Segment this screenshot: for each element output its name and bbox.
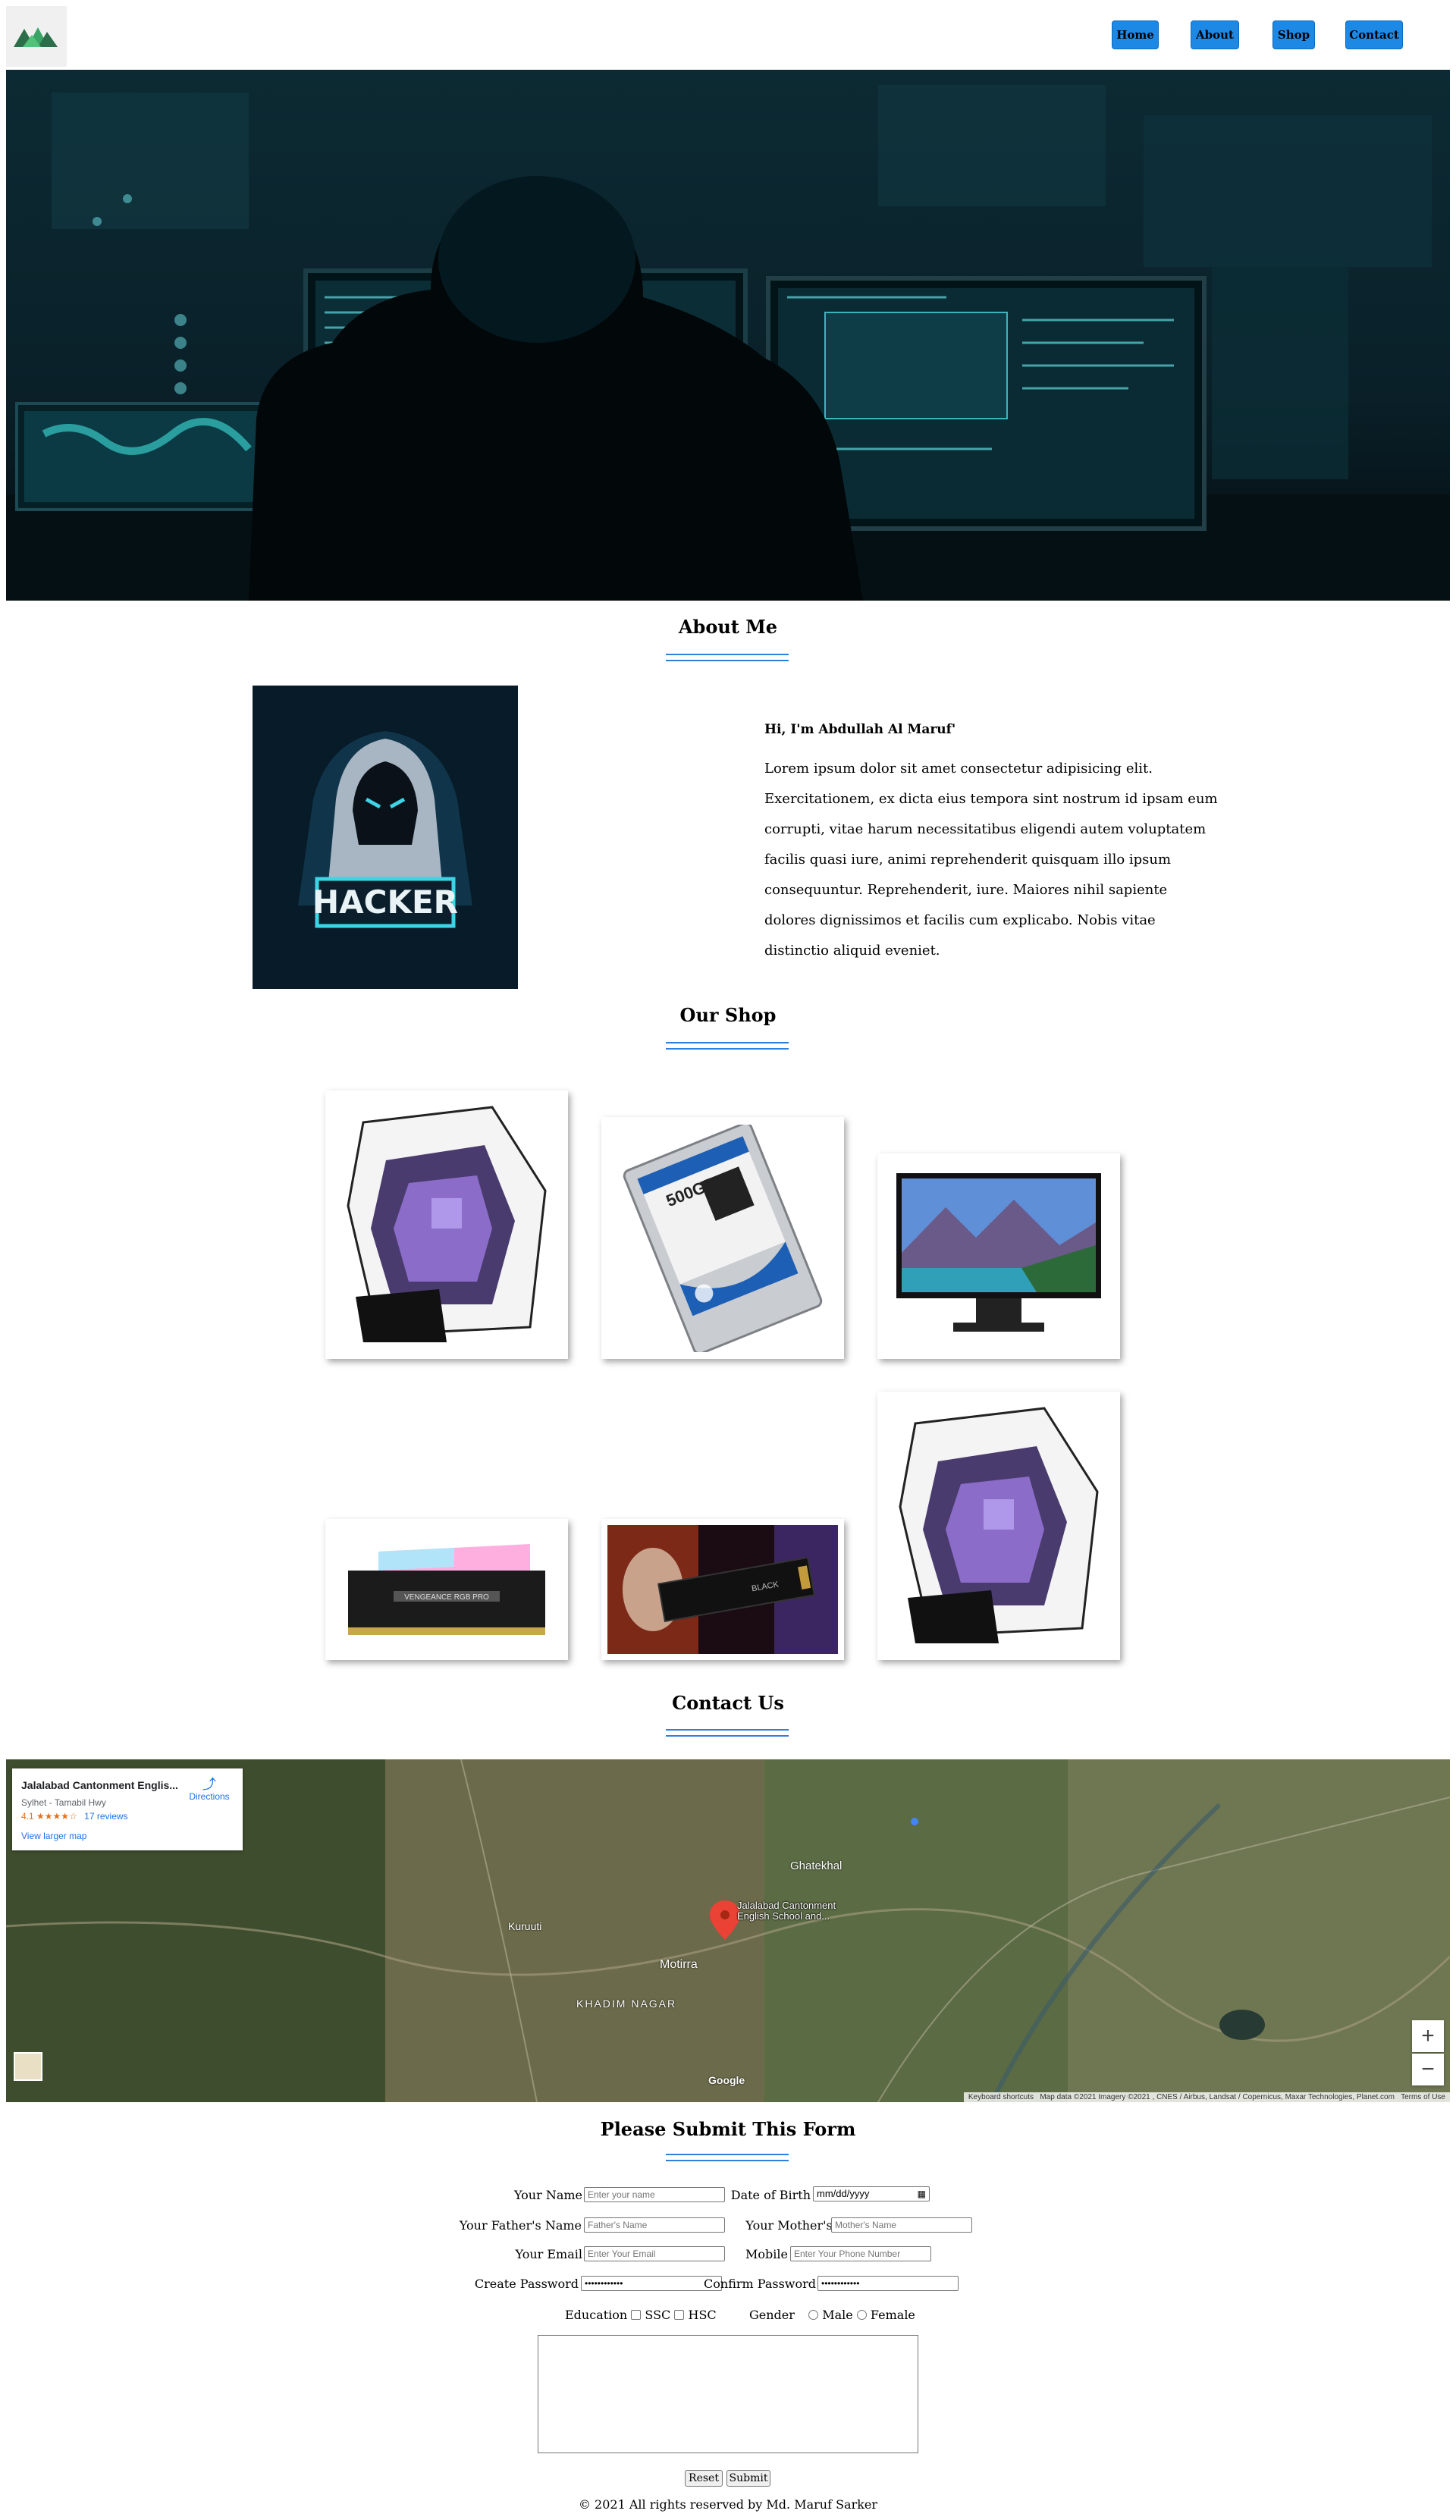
shop-section-title: Our Shop — [679, 1004, 777, 1026]
dob-value: mm/dd/yyyy — [817, 2188, 870, 2199]
map-pin-label-line2: English School and... — [737, 1910, 830, 1922]
ssd-image: BLACK — [607, 1525, 838, 1654]
monitor-image — [896, 1172, 1101, 1332]
map-rating-value: 4.1 — [21, 1811, 34, 1822]
father-name-input[interactable]: Father's Name — [584, 2217, 725, 2233]
embedded-map[interactable]: Jalalabad Cantonment English School and.… — [6, 1759, 1450, 2102]
map-directions-label: Directions — [189, 1791, 230, 1802]
message-textarea[interactable] — [538, 2335, 918, 2453]
ssc-checkbox[interactable] — [631, 2310, 642, 2320]
dob-label: Date of Birth — [730, 2188, 811, 2202]
product-card-hard-drive[interactable]: 500GB — [601, 1117, 844, 1359]
product-card-ssd[interactable]: BLACK — [601, 1519, 844, 1660]
site-logo[interactable] — [6, 6, 67, 67]
hacker-logo-image: HACKER — [253, 686, 518, 989]
create-password-input[interactable]: •••••••••••• — [581, 2276, 722, 2291]
male-radio[interactable] — [808, 2310, 819, 2320]
email-label: Your Email — [515, 2247, 582, 2261]
hacker-logo-text: HACKER — [312, 883, 458, 921]
map-place-card: Jalalabad Cantonment Englis... Sylhet - … — [12, 1768, 243, 1850]
mobile-input[interactable]: Enter Your Phone Number — [790, 2246, 931, 2261]
calendar-icon[interactable]: ▦ — [918, 2188, 926, 2200]
site-header: Home About Shop Contact — [6, 6, 1450, 70]
contact-title-underline — [666, 1729, 789, 1737]
map-layer-toggle[interactable] — [14, 2052, 42, 2081]
contact-section-title: Contact Us — [672, 1692, 784, 1714]
map-larger-map-link[interactable]: View larger map — [21, 1831, 86, 1841]
footer-copyright: © 2021 All rights reserved by Md. Maruf … — [578, 2497, 878, 2512]
your-name-label: Your Name — [513, 2188, 582, 2202]
map-place-ghatekhal: Ghatekhal — [790, 1859, 843, 1872]
shop-title-underline — [666, 1042, 789, 1050]
map-google-logo: Google — [708, 2074, 745, 2086]
map-attribution: Keyboard shortcuts Map data ©2021 Imager… — [963, 2092, 1450, 2102]
product-card-ram[interactable]: VENGEANCE RGB PRO — [325, 1519, 568, 1660]
map-zoom-out-button[interactable]: − — [1412, 2054, 1444, 2085]
female-label: Female — [870, 2308, 915, 2322]
map-place-khadim-nagar: KHADIM NAGAR — [576, 1997, 677, 2010]
mobile-label: Mobile — [745, 2247, 788, 2261]
reset-button[interactable]: Reset — [685, 2470, 723, 2487]
map-reviews-link[interactable]: 17 reviews — [84, 1811, 127, 1822]
directions-icon: ⤴ — [202, 1777, 216, 1792]
product-card-monitor[interactable] — [877, 1153, 1120, 1359]
gender-label: Gender — [749, 2308, 795, 2322]
father-name-label: Your Father's Name — [459, 2218, 582, 2233]
map-pin-label[interactable]: Jalalabad Cantonment English School and.… — [737, 1900, 836, 1922]
gender-group: Gender Male Female — [749, 2308, 915, 2322]
map-place-motirra: Motirra — [660, 1958, 698, 1971]
hard-drive-image: 500GB — [623, 1124, 823, 1352]
nav-home-button[interactable]: Home — [1112, 20, 1159, 49]
nav-shop-button[interactable]: Shop — [1272, 20, 1315, 49]
education-label: Education — [565, 2308, 628, 2322]
about-title-underline — [666, 654, 789, 661]
map-zoom-in-button[interactable]: + — [1412, 2020, 1444, 2052]
hsc-label: HSC — [688, 2308, 717, 2322]
pc-case-image — [347, 1106, 547, 1342]
map-rating-stars: ★★★★☆ — [36, 1811, 77, 1822]
nav-about-button[interactable]: About — [1191, 20, 1239, 49]
hero-banner-image — [6, 70, 1450, 601]
about-greeting: Hi, I'm Abdullah Al Maruf' — [764, 722, 956, 737]
about-body-text: Lorem ipsum dolor sit amet consectetur a… — [764, 761, 1218, 959]
education-group: Education SSC HSC — [565, 2308, 717, 2322]
nav-contact-button[interactable]: Contact — [1345, 20, 1403, 49]
ram-label-text: VENGEANCE RGB PRO — [404, 1593, 489, 1602]
your-name-input[interactable]: Enter your name — [584, 2187, 725, 2202]
about-section-title: About Me — [678, 616, 778, 638]
ssc-label: SSC — [645, 2308, 671, 2322]
logo-mountains-icon — [14, 27, 58, 47]
ram-image: VENGEANCE RGB PRO — [348, 1544, 545, 1635]
dob-input[interactable]: mm/dd/yyyy ▦ — [813, 2186, 930, 2201]
hsc-checkbox[interactable] — [674, 2310, 685, 2320]
male-label: Male — [822, 2308, 853, 2322]
map-directions[interactable]: ⤴ Directions — [187, 1778, 232, 1802]
female-radio[interactable] — [856, 2310, 867, 2320]
confirm-password-input[interactable]: •••••••••••• — [817, 2276, 959, 2291]
product-card-pc-case[interactable] — [325, 1091, 568, 1359]
map-pin-label-line1: Jalalabad Cantonment — [737, 1900, 836, 1911]
create-password-label: Create Password — [474, 2277, 579, 2291]
form-section-title: Please Submit This Form — [600, 2118, 856, 2140]
email-input[interactable]: Enter Your Email — [584, 2246, 725, 2261]
map-rating: 4.1 ★★★★☆ 17 reviews — [21, 1811, 128, 1822]
confirm-password-label: Confirm Password — [704, 2277, 816, 2291]
map-place-address: Sylhet - Tamabil Hwy — [21, 1797, 106, 1808]
pc-case-image — [899, 1407, 1099, 1643]
mother-name-input[interactable]: Mother's Name — [831, 2217, 972, 2233]
map-place-name[interactable]: Jalalabad Cantonment Englis... — [21, 1779, 178, 1791]
map-place-kuruuti: Kuruuti — [508, 1920, 542, 1932]
product-card-pc-case-2[interactable] — [877, 1392, 1120, 1660]
form-title-underline — [666, 2154, 789, 2161]
submit-button[interactable]: Submit — [726, 2470, 770, 2487]
